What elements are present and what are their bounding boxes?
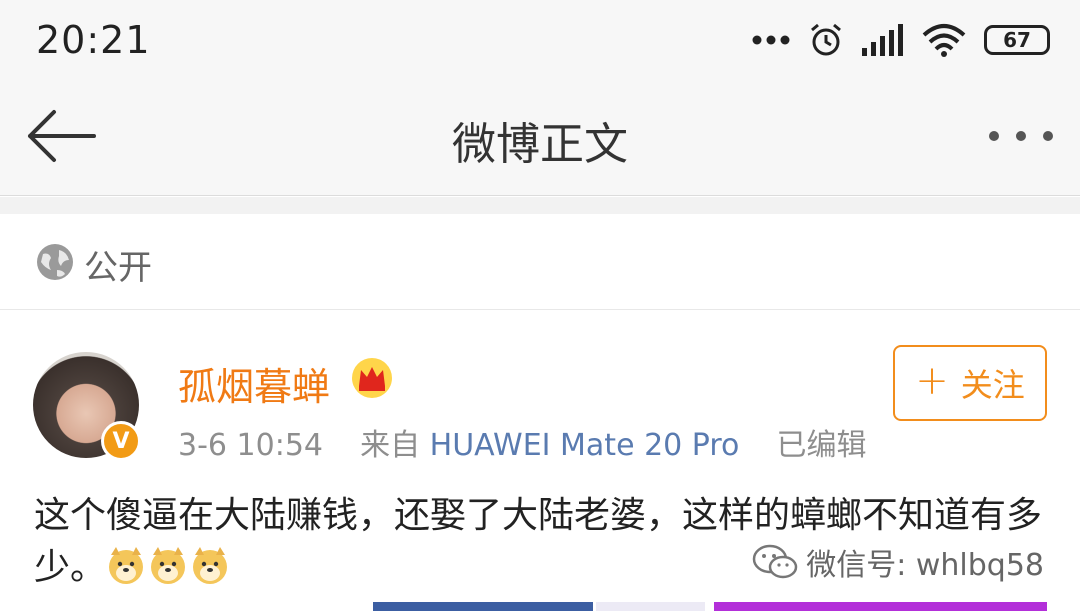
alarm-icon <box>811 23 841 56</box>
status-time: 20:21 <box>36 18 151 62</box>
globe-icon <box>37 244 73 280</box>
visibility-row: 公开 <box>0 214 1080 310</box>
source-prefix: 来自 <box>360 428 421 463</box>
follow-button[interactable]: + 关注 <box>893 345 1047 421</box>
post-time: 3-6 10:54 <box>178 428 323 463</box>
signal-icon <box>862 24 903 56</box>
source-device[interactable]: HUAWEI Mate 20 Pro <box>430 428 740 463</box>
edited-label[interactable]: 已编辑 <box>776 428 866 463</box>
page-title: 微博正文 <box>452 119 628 170</box>
visibility-label: 公开 <box>84 248 152 288</box>
post-image[interactable] <box>596 602 705 611</box>
verify-badge-label: V <box>112 428 130 454</box>
doge-icon <box>193 547 228 584</box>
plus-icon: + <box>915 358 949 404</box>
post-meta: 3-6 10:54 来自 HUAWEI Mate 20 Pro 已编辑 <box>178 420 866 464</box>
battery-icon: 67 <box>984 25 1050 55</box>
doge-icon <box>151 547 186 584</box>
watermark: 微信号: whlbq58 <box>752 540 1044 584</box>
follow-label: 关注 <box>960 366 1025 404</box>
more-icon[interactable] <box>988 124 1054 148</box>
more-dots-icon <box>752 35 790 45</box>
verify-badge-icon: V <box>101 421 141 461</box>
status-bar: 20:21 67 <box>0 0 1080 80</box>
battery-level: 67 <box>1003 28 1031 52</box>
post-image[interactable] <box>714 602 1047 611</box>
watermark-text: 微信号: whlbq58 <box>806 548 1044 583</box>
wechat-icon <box>752 544 798 579</box>
wifi-icon <box>922 24 966 57</box>
status-icons: 67 <box>752 20 1050 60</box>
crown-icon <box>352 358 392 398</box>
post-image[interactable] <box>373 602 593 611</box>
doge-icon <box>109 547 144 584</box>
username[interactable]: 孤烟暮蝉 <box>178 356 330 411</box>
nav-bar: 微博正文 <box>0 80 1080 196</box>
section-gap <box>0 197 1080 214</box>
divider <box>0 310 1080 324</box>
